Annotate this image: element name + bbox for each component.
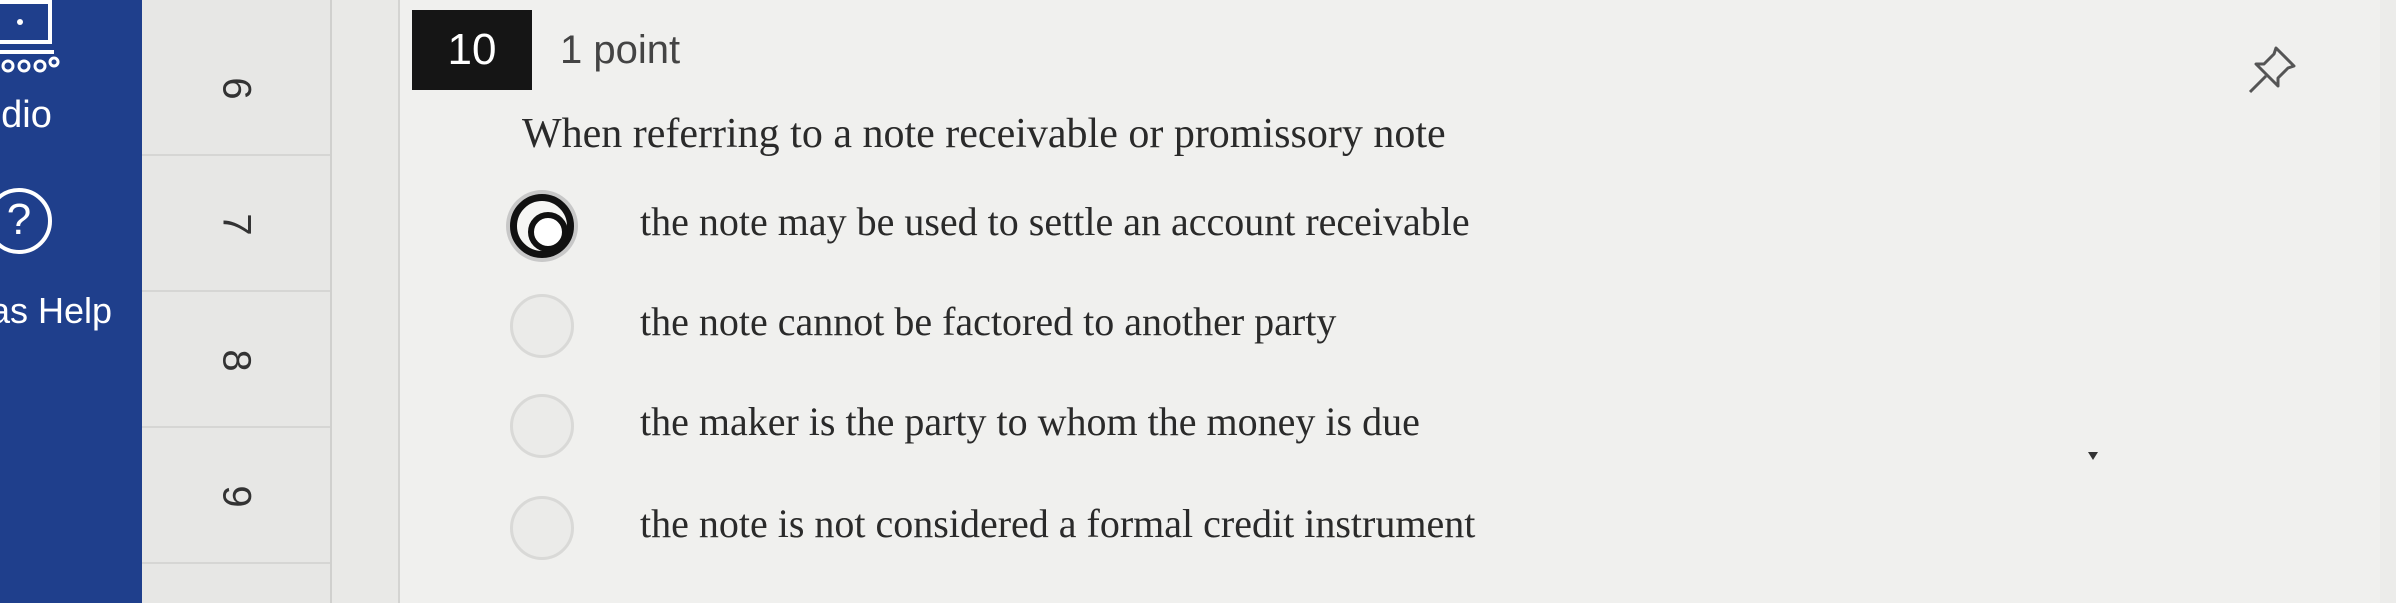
mouse-cursor-mark <box>2088 452 2098 460</box>
nav-studio-link[interactable]: udio <box>0 0 142 150</box>
question-navigator: 6 7 8 9 <box>142 0 332 603</box>
nav-help-label: as Help <box>0 290 113 331</box>
question-nav-number: 6 <box>214 76 259 100</box>
question-prompt: When referring to a note receivable or p… <box>522 111 1446 157</box>
answer-radio[interactable] <box>510 394 574 458</box>
nav-studio-label: udio <box>0 94 52 136</box>
answer-option-3[interactable]: the maker is the party to whom the money… <box>400 382 1700 472</box>
answer-label: the maker is the party to whom the money… <box>640 399 1420 444</box>
question-card: 10 1 point When referring to a note rece… <box>400 0 2380 603</box>
global-navigation: udio ? as Help <box>0 0 142 603</box>
answer-label: the note is not considered a formal cred… <box>640 501 1476 546</box>
answer-label: the note may be used to settle an accoun… <box>640 199 1470 244</box>
question-nav-number: 9 <box>214 484 259 508</box>
content-gutter <box>332 0 400 603</box>
answer-option-2[interactable]: the note cannot be factored to another p… <box>400 282 1700 372</box>
question-number-badge: 10 <box>412 10 532 90</box>
help-icon: ? <box>0 188 52 254</box>
answer-radio[interactable] <box>510 294 574 358</box>
answer-radio-selected[interactable] <box>510 194 574 258</box>
question-nav-number: 8 <box>214 348 259 372</box>
question-nav-item-9[interactable]: 9 <box>142 430 330 564</box>
studio-icon <box>0 0 60 73</box>
pin-icon[interactable] <box>2242 40 2302 100</box>
answer-label: the note cannot be factored to another p… <box>640 299 1337 344</box>
answer-option-1[interactable]: the note may be used to settle an accoun… <box>400 182 1700 272</box>
question-nav-item-6[interactable]: 6 <box>142 22 330 156</box>
question-nav-number: 7 <box>214 212 259 236</box>
nav-help-link[interactable]: ? as Help <box>0 180 142 340</box>
question-nav-item-8[interactable]: 8 <box>142 294 330 428</box>
question-points: 1 point <box>560 28 681 72</box>
answer-radio[interactable] <box>510 496 574 560</box>
answer-option-4[interactable]: the note is not considered a formal cred… <box>400 484 1700 574</box>
question-nav-item-7[interactable]: 7 <box>142 158 330 292</box>
